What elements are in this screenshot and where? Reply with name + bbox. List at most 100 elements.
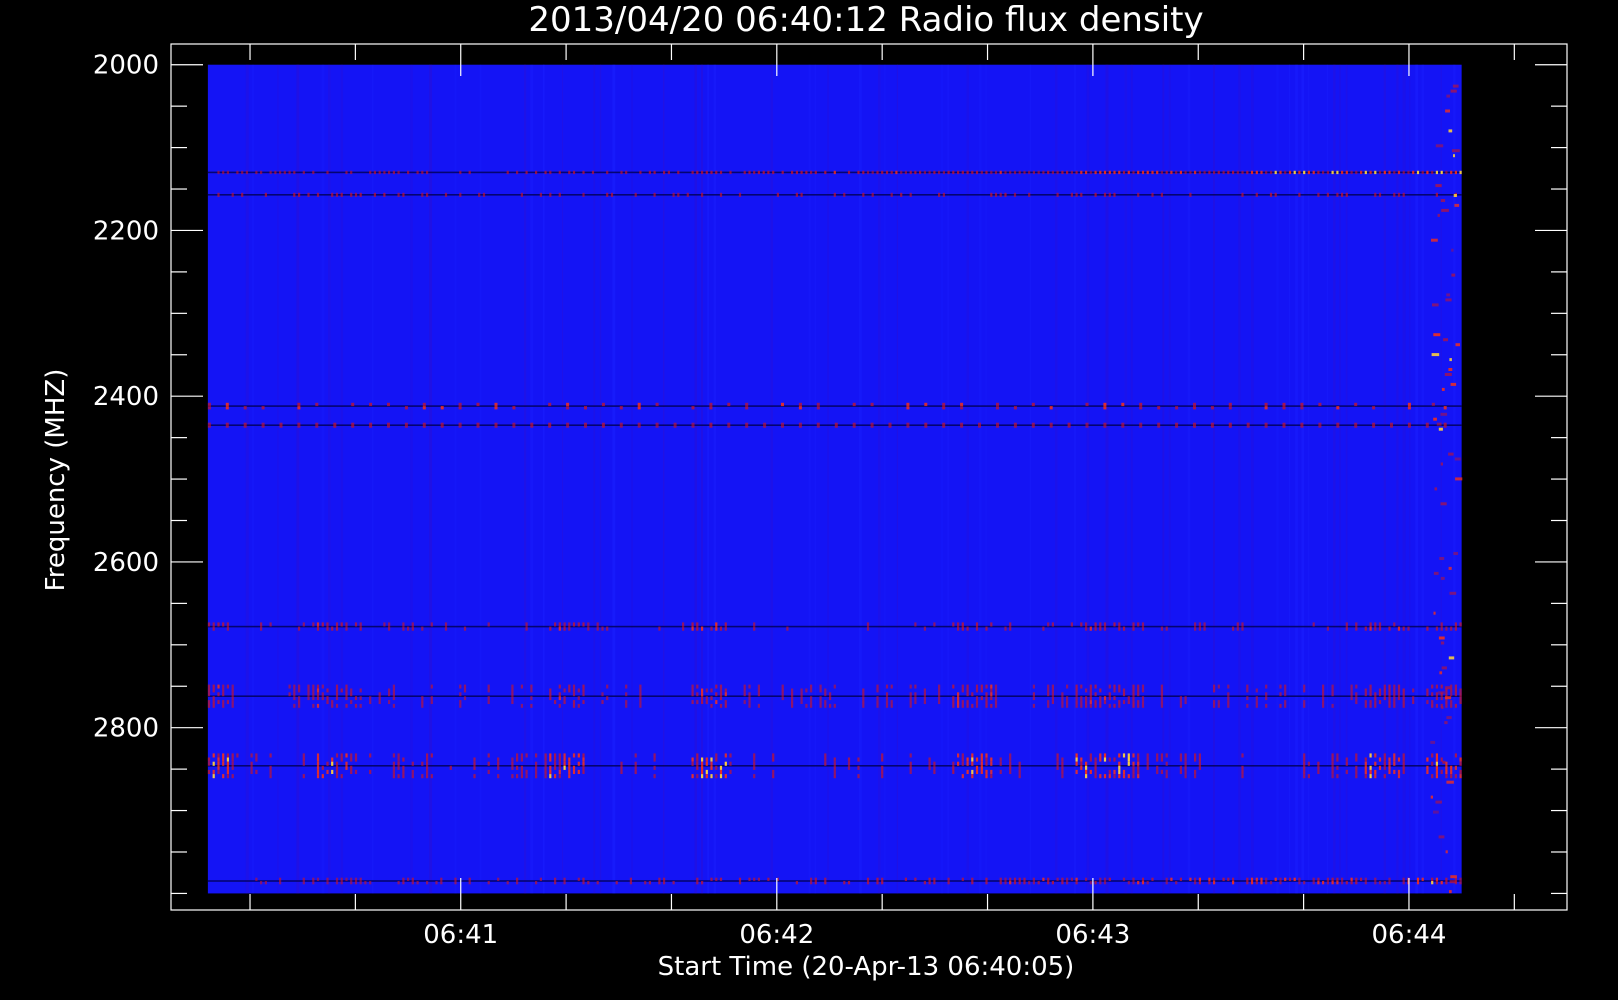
heatmap-emission-cell [1032,881,1035,885]
heatmap-emission-cell [881,757,884,762]
heatmap-emission-cell [539,877,542,881]
heatmap-emission-cell [482,192,486,197]
heatmap-emission-cell [459,692,462,697]
heatmap-emission-cell [582,769,585,774]
heatmap-emission-cell [625,684,628,689]
heatmap-emission-cell [1388,684,1391,689]
heatmap-emission-cell [1454,622,1457,627]
heatmap-emission-cell [1284,703,1287,708]
heatmap-emission-cell [1383,774,1386,779]
heatmap-emission-cell [653,765,656,770]
heatmap-emission-cell [885,700,889,704]
heatmap-emission-cell [639,684,642,689]
heatmap-emission-cell [1435,761,1438,766]
heatmap-emission-cell [1307,170,1310,175]
heatmap-emission-cell [1282,422,1286,428]
heatmap-emission-cell [753,877,756,881]
heatmap-emission-cell [530,696,533,701]
heatmap-emission-cell [1303,688,1306,693]
heatmap-emission-cell [1170,877,1173,881]
heatmap-emission-cell [212,761,215,766]
heatmap-emission-cell [1279,881,1282,885]
heatmap-emission-cell [1127,753,1130,758]
heatmap-emission-cell [1448,656,1455,660]
heatmap-emission-cell [558,753,561,758]
heatmap-emission-cell [231,753,234,758]
heatmap-emission-cell [639,692,642,697]
heatmap-emission-cell [1331,753,1334,758]
heatmap-emission-cell [871,192,874,197]
heatmap-emission-cell [388,688,391,693]
heatmap-emission-cell [691,170,694,175]
heatmap-emission-cell [1445,765,1448,770]
heatmap-emission-cell [834,422,838,428]
heatmap-emission-cell [757,877,760,881]
heatmap-emission-cell [852,402,856,407]
heatmap-emission-cell [1407,422,1411,428]
heatmap-emission-cell [1378,765,1382,770]
heatmap-emission-cell [511,692,514,697]
heatmap-emission-cell [402,881,405,885]
heatmap-emission-cell [212,774,215,779]
heatmap-striation [663,64,665,894]
heatmap-emission-cell [701,700,704,704]
heatmap-striation [827,64,829,894]
heatmap-striation [884,64,886,894]
heatmap-emission-cell [980,753,983,758]
heatmap-emission-cell [1412,696,1415,701]
heatmap-emission-cell [1303,703,1306,708]
heatmap-emission-cell [701,881,704,885]
heatmap-emission-cell [705,170,708,175]
heatmap-emission-cell [1165,753,1168,758]
heatmap-emission-cell [724,626,727,631]
heatmap-emission-cell [1213,703,1216,708]
heatmap-emission-cell [225,402,229,407]
heatmap-emission-cell [833,192,836,197]
heatmap-emission-cell [1042,170,1045,175]
heatmap-emission-cell [942,406,946,410]
heatmap-emission-cell [520,192,523,197]
heatmap-emission-cell [1433,571,1439,575]
heatmap-emission-cell [1122,692,1126,697]
heatmap-emission-cell [359,703,362,708]
heatmap-layer [207,64,1463,894]
heatmap-striation [277,64,279,894]
heatmap-emission-cell [1279,170,1282,175]
heatmap-emission-cell [909,703,912,708]
heatmap-emission-cell [1336,881,1339,885]
heatmap-emission-cell [816,422,820,428]
heatmap-emission-cell [1246,877,1249,881]
heatmap-emission-cell [1066,881,1069,885]
heatmap-emission-cell [971,753,974,758]
heatmap-emission-cell [1274,192,1277,197]
heatmap-emission-cell [558,626,561,631]
heatmap-emission-cell [568,765,571,770]
heatmap-emission-cell [1369,700,1372,704]
heatmap-emission-cell [1274,877,1277,881]
heatmap-emission-cell [1175,881,1178,885]
heatmap-emission-cell [857,170,860,175]
heatmap-emission-cell [516,170,519,175]
heatmap-emission-cell [961,703,964,708]
heatmap-emission-cell [345,753,348,758]
heatmap-emission-cell [1397,769,1401,774]
heatmap-emission-cell [719,765,723,770]
heatmap-emission-cell [1412,688,1415,693]
heatmap-emission-cell [544,753,547,758]
y-tick-label: 2800 [93,714,159,744]
heatmap-emission-cell [302,877,305,881]
heatmap-emission-cell [302,881,305,885]
heatmap-emission-cell [914,170,917,175]
heatmap-emission-cell [1435,184,1442,188]
heatmap-emission-cell [629,881,632,885]
heatmap-emission-cell [1284,170,1287,175]
heatmap-emission-cell [933,765,936,770]
heatmap-emission-cell [1137,757,1140,762]
heatmap-emission-cell [316,696,320,701]
heatmap-emission-cell [1122,769,1126,774]
heatmap-emission-cell [1094,626,1097,631]
heatmap-emission-cell [1018,774,1021,779]
heatmap-emission-cell [1265,703,1268,708]
x-axis-label: Start Time (20-Apr-13 06:40:05) [658,952,1075,982]
heatmap-emission-cell [1459,769,1462,774]
